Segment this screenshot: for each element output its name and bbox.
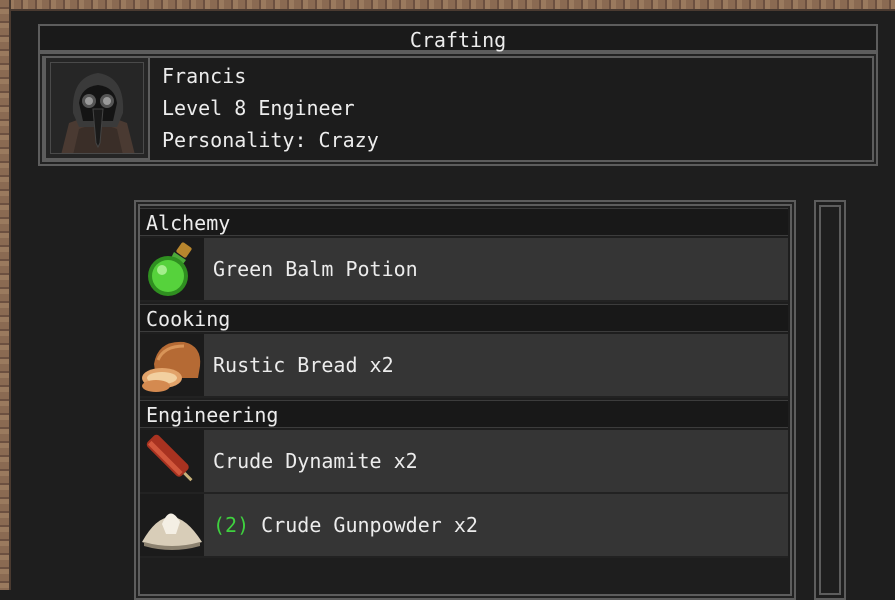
dynamite-icon (140, 430, 204, 492)
character-portrait (44, 56, 150, 160)
plague-doctor-avatar (50, 62, 144, 154)
character-personality: Personality: Crazy (162, 128, 379, 152)
category-alchemy: Alchemy (140, 208, 788, 236)
bread-icon (140, 334, 204, 396)
available-count: (2) (213, 513, 250, 537)
category-label: Cooking (146, 307, 231, 331)
green-potion-icon (140, 238, 204, 300)
category-label: Alchemy (146, 211, 231, 235)
recipe-label: (2) Crude Gunpowder x2 (213, 513, 478, 537)
recipe-label: Green Balm Potion (213, 257, 418, 281)
category-label: Engineering (146, 403, 279, 427)
window-frame-top (0, 0, 895, 11)
recipe-row-crude-gunpowder[interactable]: (2) Crude Gunpowder x2 (140, 494, 788, 558)
window-title: Crafting (409, 28, 507, 52)
recipe-list-scrollbar[interactable] (814, 200, 846, 600)
recipe-label: Rustic Bread x2 (213, 353, 394, 377)
gunpowder-icon (140, 494, 204, 556)
window-frame-left (0, 0, 11, 590)
character-name: Francis (162, 64, 247, 88)
title-bar: Crafting (38, 24, 878, 52)
category-engineering: Engineering (140, 400, 788, 428)
recipe-row-crude-dynamite[interactable]: Crude Dynamite x2 (140, 430, 788, 494)
recipe-row-green-balm-potion[interactable]: Green Balm Potion (140, 238, 788, 302)
character-level-class: Level 8 Engineer (162, 96, 355, 120)
recipe-row-rustic-bread[interactable]: Rustic Bread x2 (140, 334, 788, 398)
recipe-label: Crude Dynamite x2 (213, 449, 418, 473)
category-cooking: Cooking (140, 304, 788, 332)
